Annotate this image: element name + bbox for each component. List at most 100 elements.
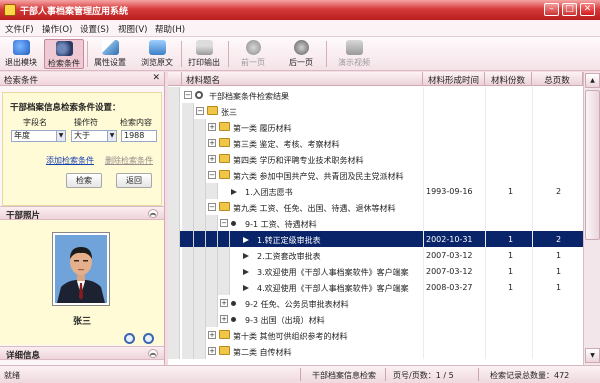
row-indicator	[168, 119, 180, 135]
back-button[interactable]: 返回	[116, 173, 152, 188]
folder-icon	[219, 202, 230, 211]
table-row[interactable]: +9-2 任免、公务员审批表材料	[168, 295, 583, 311]
table-row[interactable]: − 第六类 参加中国共产党、共青团及民主党派材料	[168, 167, 583, 183]
column-header-date[interactable]: 材料形成时间	[423, 72, 485, 86]
column-divider	[532, 343, 533, 359]
search-conditions-button[interactable]: 检索条件	[44, 39, 84, 69]
collapse-icon[interactable]: −	[184, 91, 192, 99]
demo-video-button[interactable]: 演示视频	[334, 39, 374, 69]
delete-condition-link[interactable]: 删除检索条件	[105, 155, 153, 166]
printer-icon	[195, 40, 213, 55]
scroll-up-icon[interactable]: ▲	[585, 73, 600, 88]
exit-module-button[interactable]: 退出模块	[3, 39, 39, 69]
column-header-title[interactable]: 材料题名	[182, 72, 423, 86]
row-indicator	[168, 103, 180, 119]
add-condition-link[interactable]: 添加检索条件	[46, 155, 94, 166]
table-row[interactable]: + 第一类 履历材料	[168, 119, 583, 135]
table-row[interactable]: − 第九类 工资、任免、出国、待遇、退休等材料	[168, 199, 583, 215]
row-indicator	[168, 183, 180, 199]
row-indicator	[168, 215, 180, 231]
table-row[interactable]: 1.入团志愿书 1993-09-16 1 2	[168, 183, 583, 199]
table-row[interactable]: + 第二类 自传材料	[168, 343, 583, 359]
table-row[interactable]: 3.欢迎使用《干部人事档案软件》客户端案 2007-03-12 1 1	[168, 263, 583, 279]
expand-icon[interactable]: +	[208, 155, 216, 163]
collapse-icon[interactable]: ︽	[148, 349, 158, 358]
table-row[interactable]: − 9-1 工资、待遇材料	[168, 215, 583, 231]
zoom-in-icon[interactable]	[124, 333, 135, 344]
row-pages: 2	[556, 235, 562, 244]
zoom-out-icon[interactable]	[143, 333, 154, 344]
close-panel-icon[interactable]: ✕	[152, 73, 160, 83]
search-button[interactable]: 检索	[66, 173, 102, 188]
scroll-thumb[interactable]	[585, 90, 600, 240]
tree-indent	[218, 263, 230, 279]
photo-section-header[interactable]: 干部照片 ︽	[0, 206, 164, 221]
column-header-pages[interactable]: 总页数	[532, 72, 583, 86]
scroll-down-icon[interactable]: ▼	[585, 348, 600, 363]
row-title: 1.入团志愿书	[245, 188, 293, 197]
operator-select[interactable]: 大于 ▼	[71, 130, 117, 142]
column-divider	[532, 135, 533, 151]
next-page-button[interactable]: 后一页	[284, 39, 318, 69]
column-divider	[532, 327, 533, 343]
column-header-copies[interactable]: 材料份数	[485, 72, 532, 86]
collapse-icon[interactable]: ︽	[148, 209, 158, 218]
column-divider	[532, 199, 533, 215]
search-content-label: 检索内容	[120, 118, 152, 127]
tree-indent	[182, 215, 194, 231]
print-output-button[interactable]: 打印输出	[184, 39, 224, 69]
expand-icon[interactable]: +	[220, 299, 228, 307]
collapse-icon[interactable]: −	[196, 107, 204, 115]
field-name-select[interactable]: 年度 ▼	[11, 130, 66, 142]
menu-view[interactable]: 视图(V)	[118, 23, 147, 35]
expand-icon[interactable]: +	[208, 331, 216, 339]
table-row[interactable]: − 干部档案条件检索结果	[168, 87, 583, 103]
menu-file[interactable]: 文件(F)	[5, 23, 34, 35]
menu-help[interactable]: 帮助(H)	[155, 23, 185, 35]
column-divider	[423, 343, 424, 359]
table-row[interactable]: 1.转正定级审批表 2002-10-31 1 2	[168, 231, 583, 247]
row-copies: 1	[508, 235, 514, 244]
table-row[interactable]: + 第三类 鉴定、考核、考察材料	[168, 135, 583, 151]
maximize-button[interactable]: □	[562, 3, 577, 16]
table-row[interactable]: 2.工资套改审批表 2007-03-12 1 1	[168, 247, 583, 263]
minimize-button[interactable]: –	[544, 3, 559, 16]
row-title: 第九类 工资、任免、出国、待遇、退休等材料	[233, 204, 396, 213]
close-button[interactable]: ✕	[580, 3, 595, 16]
previous-page-button[interactable]: 前一页	[236, 39, 270, 69]
search-content-input[interactable]: 1988	[121, 130, 157, 142]
row-title: 9-1 工资、待遇材料	[245, 220, 317, 229]
collapse-icon[interactable]: −	[208, 203, 216, 211]
column-divider	[532, 215, 533, 231]
column-divider	[532, 247, 533, 263]
expand-icon[interactable]: +	[208, 347, 216, 355]
table-row[interactable]: + 第十类 其他可供组织参考的材料	[168, 327, 583, 343]
browse-original-button[interactable]: 浏览原文	[136, 39, 178, 69]
row-indicator	[168, 247, 180, 263]
menu-settings[interactable]: 设置(S)	[80, 23, 109, 35]
row-title: 1.转正定级审批表	[257, 236, 321, 245]
tree-indent	[182, 279, 194, 295]
expand-icon[interactable]: +	[208, 123, 216, 131]
tree-indent	[194, 135, 206, 151]
collapse-icon[interactable]: −	[220, 219, 228, 227]
exit-icon	[12, 40, 30, 55]
table-row[interactable]: + 第四类 学历和评聘专业技术职务材料	[168, 151, 583, 167]
table-row[interactable]: − 张三	[168, 103, 583, 119]
tree-indent	[182, 119, 194, 135]
row-title: 9-3 出国（出境）材料	[245, 316, 325, 325]
tree-indent	[206, 231, 218, 247]
vertical-scrollbar[interactable]: ▲ ▼	[583, 72, 600, 365]
row-copies: 1	[508, 267, 514, 276]
menu-operate[interactable]: 操作(O)	[42, 23, 72, 35]
attribute-settings-button[interactable]: 属性设置	[90, 39, 130, 69]
status-mode: 干部档案信息检索	[312, 371, 376, 380]
collapse-icon[interactable]: −	[208, 171, 216, 179]
expand-icon[interactable]: +	[220, 315, 228, 323]
expand-icon[interactable]: +	[208, 139, 216, 147]
detail-section-header[interactable]: 详细信息 ︽	[0, 346, 164, 361]
table-row[interactable]: 4.欢迎使用《干部人事档案软件》客户端案 2008-03-27 1 1	[168, 279, 583, 295]
document-arrow-icon	[243, 236, 249, 243]
row-title: 3.欢迎使用《干部人事档案软件》客户端案	[257, 268, 409, 277]
table-row[interactable]: +9-3 出国（出境）材料	[168, 311, 583, 327]
